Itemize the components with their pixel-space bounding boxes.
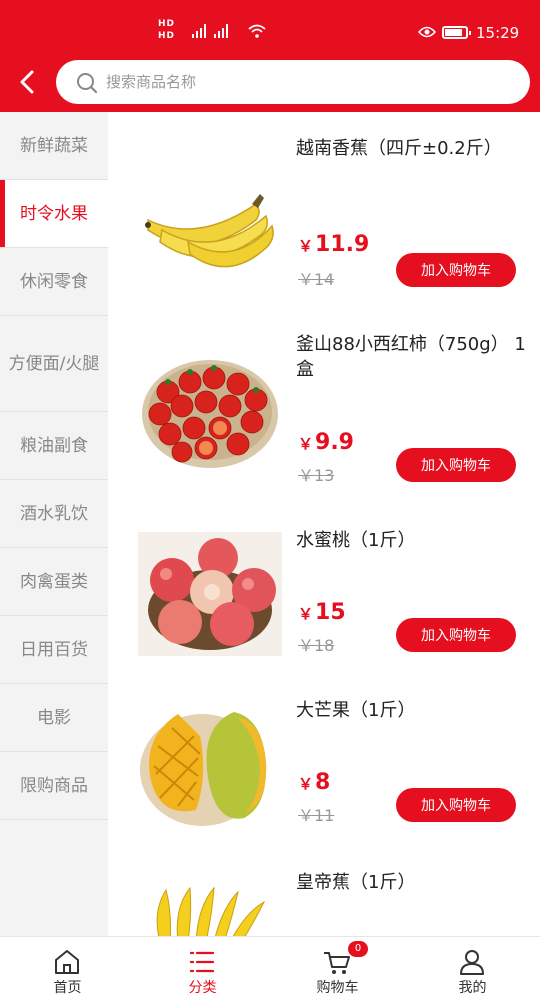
status-time: 15:29 [476,24,520,42]
product-item[interactable]: 水蜜桃（1斤） ￥15 ￥18 加入购物车 [108,512,540,684]
product-name[interactable]: 皇帝蕉（1斤） [296,870,526,895]
user-icon [460,950,484,975]
sidebar-item-limited[interactable]: 限购商品 [0,752,108,820]
nav-home[interactable]: 首页 [0,937,135,1000]
add-to-cart-button[interactable]: 加入购物车 [396,788,516,822]
baby-banana-image [156,886,266,936]
status-bar: HD HD 15:29 [0,0,540,56]
sidebar-item-drinks[interactable]: 酒水乳饮 [0,480,108,548]
sim-indicator: HD HD [158,18,175,42]
product-price: ￥15 [298,600,346,625]
cart-badge: 0 [348,941,368,957]
sim1-label: HD [158,19,176,29]
nav-mine[interactable]: 我的 [405,937,540,1000]
battery-icon [442,26,471,39]
category-sidebar: 新鲜蔬菜 时令水果 休闲零食 方便面/火腿 粮油副食 酒水乳饮 肉禽蛋类 日用百… [0,112,108,936]
wifi-icon [248,24,266,38]
banana-image [145,194,274,268]
signal-icon [192,24,228,38]
product-name[interactable]: 水蜜桃（1斤） [296,528,526,553]
search-bar[interactable] [56,60,530,104]
bottom-navigation: 首页 分类 0 购物车 我的 [0,936,540,1000]
home-icon [55,950,79,974]
peach-image [138,532,282,656]
product-name[interactable]: 釜山88小西红柿（750g） 1盒 [296,332,526,382]
nav-mine-label: 我的 [458,980,487,996]
nav-home-label: 首页 [53,980,82,996]
nav-category[interactable]: 分类 [135,937,270,1000]
original-price: ￥13 [298,466,335,485]
sidebar-item-fresh-vegetables[interactable]: 新鲜蔬菜 [0,112,108,180]
sidebar-item-grain-oil[interactable]: 粮油副食 [0,412,108,480]
mango-image [140,712,267,826]
product-item[interactable]: 皇帝蕉（1斤） [108,854,540,936]
original-price: ￥11 [298,806,335,825]
sim2-label: HD [158,31,176,41]
add-to-cart-button[interactable]: 加入购物车 [396,448,516,482]
back-arrow-icon[interactable] [14,68,42,96]
add-to-cart-button[interactable]: 加入购物车 [396,253,516,287]
nav-cart[interactable]: 0 购物车 [270,937,405,1000]
nav-category-label: 分类 [188,980,217,996]
product-item[interactable]: 越南香蕉（四斤±0.2斤） ￥11.9 ￥14 加入购物车 [108,112,540,302]
sidebar-item-snacks[interactable]: 休闲零食 [0,248,108,316]
cherry-tomato-image [142,360,278,468]
sidebar-item-daily-goods[interactable]: 日用百货 [0,616,108,684]
product-price: ￥11.9 [298,232,370,257]
eye-icon [418,26,436,38]
add-to-cart-button[interactable]: 加入购物车 [396,618,516,652]
app-header: HD HD 15:29 [0,0,540,112]
original-price: ￥14 [298,270,335,289]
product-item[interactable]: 釜山88小西红柿（750g） 1盒 ￥9.9 ￥13 加入购物车 [108,312,540,502]
product-price: ￥9.9 [298,430,354,455]
sidebar-item-meat-eggs[interactable]: 肉禽蛋类 [0,548,108,616]
product-name[interactable]: 大芒果（1斤） [296,698,526,723]
search-input[interactable] [106,66,506,98]
sidebar-item-noodles-ham[interactable]: 方便面/火腿 [0,316,108,412]
sidebar-item-seasonal-fruit[interactable]: 时令水果 [0,180,108,248]
nav-cart-label: 购物车 [316,980,359,996]
product-price: ￥8 [298,770,331,795]
product-name[interactable]: 越南香蕉（四斤±0.2斤） [296,136,526,161]
product-item[interactable]: 大芒果（1斤） ￥8 ￥11 加入购物车 [108,684,540,854]
search-icon [77,73,98,94]
category-list-icon [189,951,215,973]
sidebar-item-movies[interactable]: 电影 [0,684,108,752]
original-price: ￥18 [298,636,335,655]
